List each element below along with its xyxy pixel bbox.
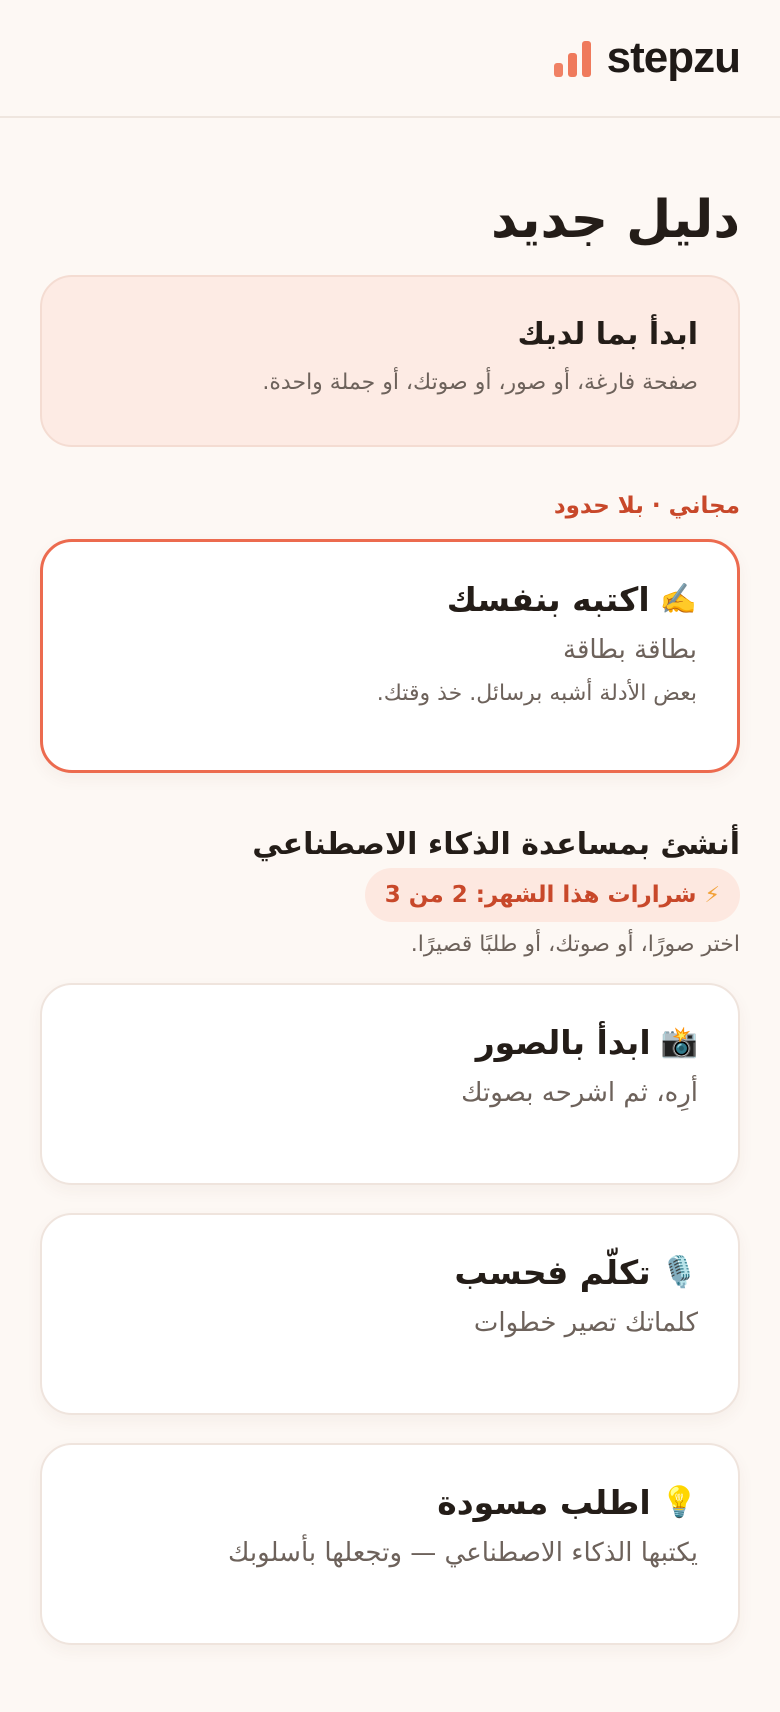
card-title: ابدأ بالصور [475, 1023, 651, 1063]
brand-name: stepzu [606, 33, 741, 82]
credits-text: شرارات هذا الشهر: 2 من 3 [384, 882, 697, 909]
card-title-row: 🎙️ تكلّم فحسب [82, 1253, 698, 1292]
camera-flash-icon: 📸 [660, 1025, 698, 1061]
start-with-photos-card[interactable]: 📸 ابدأ بالصور أرِه، ثم اشرحه بصوتك [40, 983, 740, 1186]
writing-hand-icon: ✍️ [659, 582, 697, 618]
card-title: اطلب مسودة [437, 1483, 651, 1523]
ai-options-list: 📸 ابدأ بالصور أرِه، ثم اشرحه بصوتك 🎙️ تك… [40, 983, 740, 1646]
card-subtitle: كلماتك تصير خطوات [473, 1308, 698, 1339]
intro-subtitle: صفحة فارغة، أو صور، أو صوتك، أو جملة واح… [262, 370, 698, 396]
card-subtitle: بطاقة بطاقة [563, 635, 697, 666]
microphone-icon: 🎙️ [660, 1255, 698, 1291]
top-header: stepzu [0, 0, 780, 118]
card-subtitle: يكتبها الذكاء الاصطناعي — وتجعلها بأسلوب… [227, 1538, 698, 1569]
card-title-row: 📸 ابدأ بالصور [82, 1023, 698, 1062]
lightning-icon: ⚡ [704, 882, 720, 908]
credits-badge: ⚡ شرارات هذا الشهر: 2 من 3 [364, 868, 740, 923]
app-root: stepzu دليل جديد ابدأ بما لديك صفحة فارغ… [0, 0, 780, 1712]
brand-logo[interactable]: stepzu [553, 33, 741, 83]
page-title: دليل جديد [490, 190, 740, 250]
bar-chart-icon [553, 39, 591, 77]
ai-section-title: أنشئ بمساعدة الذكاء الاصطناعي [252, 827, 740, 863]
ai-section-subtitle: اختر صورًا، أو صوتك، أو طلبًا قصيرًا. [410, 932, 740, 958]
intro-title: ابدأ بما لديك [517, 317, 698, 353]
main-content: دليل جديد ابدأ بما لديك صفحة فارغة، أو ص… [0, 190, 780, 1646]
intro-card: ابدأ بما لديك صفحة فارغة، أو صور، أو صوت… [40, 275, 740, 448]
write-yourself-card[interactable]: ✍️ اكتبه بنفسك بطاقة بطاقة بعض الأدلة أش… [40, 539, 740, 774]
free-section-label: مجاني · بلا حدود [553, 493, 740, 520]
card-title-row: 💡 اطلب مسودة [82, 1483, 698, 1522]
card-note: بعض الأدلة أشبه برسائل. خذ وقتك. [376, 681, 697, 707]
request-draft-card[interactable]: 💡 اطلب مسودة يكتبها الذكاء الاصطناعي — و… [40, 1443, 740, 1646]
just-talk-card[interactable]: 🎙️ تكلّم فحسب كلماتك تصير خطوات [40, 1213, 740, 1416]
card-title: تكلّم فحسب [454, 1253, 651, 1293]
card-subtitle: أرِه، ثم اشرحه بصوتك [461, 1078, 698, 1109]
card-title-row: ✍️ اكتبه بنفسك [83, 580, 697, 619]
card-title: اكتبه بنفسك [446, 580, 650, 620]
lightbulb-icon: 💡 [660, 1485, 698, 1521]
